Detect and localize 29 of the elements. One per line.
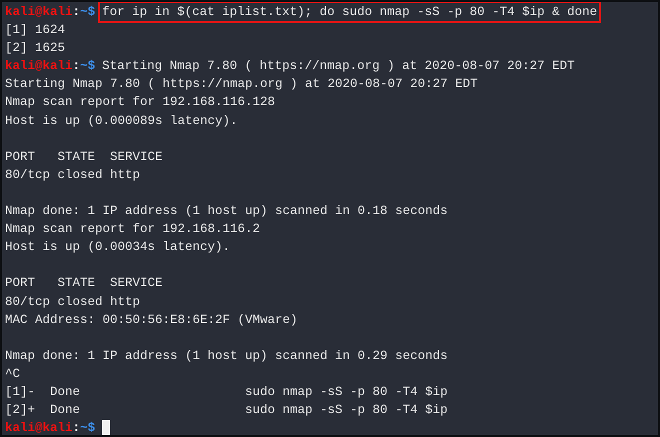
prompt-separator: : (72, 58, 80, 76)
output-line: [2] 1625 (5, 40, 66, 58)
output-line: Nmap scan report for 192.168.116.2 (5, 221, 260, 238)
prompt-path: ~$ (80, 420, 96, 435)
output-line: 80/tcp closed http (5, 166, 140, 184)
output-line: MAC Address: 00:50:56:E8:6E:2F (VMware) (5, 312, 298, 329)
prompt-path: ~$ (80, 58, 96, 76)
output-line: 80/tcp closed http (5, 294, 140, 310)
output-line: Nmap scan report for 192.168.116.128 (5, 94, 276, 112)
text-cursor (102, 420, 110, 435)
highlighted-command: for ip in $(cat iplist.txt); do sudo nmap -sS -p 80 -T4 $ip & done (98, 2, 602, 24)
prompt-user: kali@kali (5, 58, 73, 76)
output-line: Starting Nmap 7.80 ( https://nmap.org ) at 2020-08-07 20:27 EDT (5, 76, 478, 94)
output-line: Host is up (0.000089s latency). (5, 112, 238, 130)
prompt-path: ~$ (80, 4, 96, 21)
output-line: Host is up (0.00034s latency). (5, 239, 230, 256)
output-line: PORT STATE SERVICE (5, 275, 163, 292)
output-line: ^C (5, 366, 20, 383)
output-line: [2]+ Done sudo nmap -sS -p 80 -T4 $ip (5, 402, 448, 420)
output-line: Nmap done: 1 IP address (1 host up) scanned in 0.29 seconds (5, 348, 448, 365)
output-line: [1]- Done sudo nmap -sS -p 80 -T4 $ip (5, 384, 448, 401)
prompt-user: kali@kali (5, 4, 73, 21)
output-line: PORT STATE SERVICE (5, 148, 163, 166)
command-text: Starting Nmap 7.80 ( https://nmap.org ) at 2020-08-07 20:27 EDT (102, 58, 575, 76)
prompt-separator: : (72, 4, 80, 21)
prompt-separator: : (72, 420, 80, 435)
prompt-user: kali@kali (5, 420, 73, 435)
output-line: [1] 1624 (5, 22, 66, 40)
output-line: Nmap done: 1 IP address (1 host up) scanned in 0.18 seconds (5, 203, 448, 220)
